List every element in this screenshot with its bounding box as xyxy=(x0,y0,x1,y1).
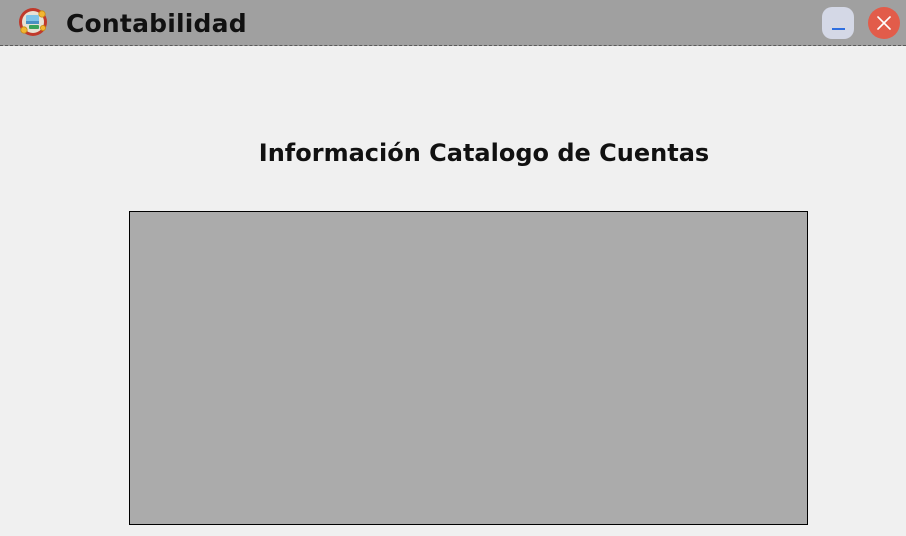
accounts-data-grid[interactable] xyxy=(129,211,808,525)
close-icon xyxy=(877,16,891,30)
accounting-app-icon xyxy=(19,8,47,36)
title-bar[interactable]: Contabilidad xyxy=(0,0,906,46)
minimize-icon xyxy=(832,28,845,30)
minimize-button[interactable] xyxy=(822,7,854,39)
app-window: Contabilidad Información Catalogo de Cue… xyxy=(0,0,906,536)
window-title: Contabilidad xyxy=(66,9,247,38)
page-heading: Información Catalogo de Cuentas xyxy=(258,139,710,167)
close-button[interactable] xyxy=(868,7,900,39)
